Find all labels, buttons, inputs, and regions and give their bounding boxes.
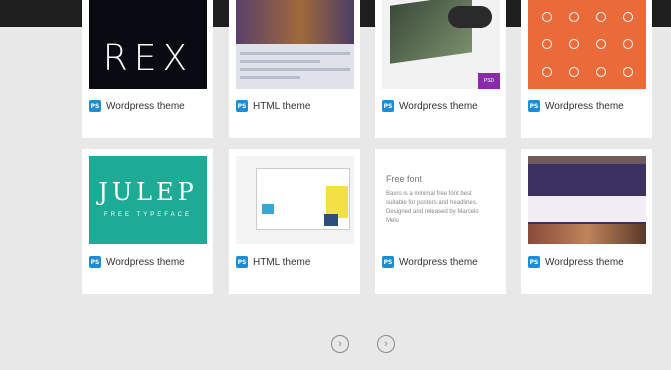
theme-card[interactable]: PSD PS Wordpress theme <box>375 0 506 138</box>
thumbnail-html-layout[interactable] <box>236 156 354 244</box>
card-label[interactable]: Wordpress theme <box>399 257 478 268</box>
thumbnail-free-font[interactable]: Free font Bavro is a minimal free font b… <box>382 156 500 244</box>
thumbnail-multipurpose[interactable] <box>528 156 646 244</box>
thumbnail-julep[interactable]: JULEP FREE TYPEFACE <box>89 156 207 244</box>
theme-card[interactable]: PS HTML theme <box>229 149 360 294</box>
photoshop-icon: PS <box>89 100 101 112</box>
thumbnail-html-site[interactable] <box>236 0 354 89</box>
card-label[interactable]: Wordpress theme <box>545 101 624 112</box>
thumbnail-title: REX <box>102 38 194 79</box>
theme-card[interactable]: Free font Bavro is a minimal free font b… <box>375 149 506 294</box>
chevron-right-icon: › <box>384 337 388 350</box>
photoshop-icon: PS <box>89 256 101 268</box>
prev-page-button[interactable]: › <box>331 335 349 353</box>
card-label[interactable]: HTML theme <box>253 257 310 268</box>
next-page-button[interactable]: › <box>377 335 395 353</box>
photoshop-icon: PS <box>382 256 394 268</box>
thumbnail-laptop[interactable]: PSD <box>382 0 500 89</box>
card-label[interactable]: Wordpress theme <box>545 257 624 268</box>
card-label[interactable]: Wordpress theme <box>106 101 185 112</box>
theme-card[interactable]: JULEP FREE TYPEFACE PS Wordpress theme <box>82 149 213 294</box>
theme-card[interactable]: PS Wordpress theme <box>521 0 652 138</box>
thumbnail-title: JULEP <box>98 178 198 206</box>
card-label[interactable]: HTML theme <box>253 101 310 112</box>
photoshop-icon: PS <box>528 100 540 112</box>
thumbnail-hand-icons[interactable] <box>528 0 646 89</box>
theme-card[interactable]: PS Wordpress theme <box>521 149 652 294</box>
theme-card[interactable]: PS HTML theme <box>229 0 360 138</box>
card-label[interactable]: Wordpress theme <box>106 257 185 268</box>
thumbnail-description: Bavro is a minimal free font best suitab… <box>386 191 479 224</box>
card-label[interactable]: Wordpress theme <box>399 101 478 112</box>
thumbnail-rex[interactable]: REX <box>89 0 207 89</box>
photoshop-icon: PS <box>236 100 248 112</box>
chevron-right-icon: › <box>338 337 342 350</box>
psd-badge: PSD <box>478 73 500 89</box>
theme-card[interactable]: REX PS Wordpress theme <box>82 0 213 138</box>
thumbnail-subtitle: FREE TYPEFACE <box>104 212 192 218</box>
thumbnail-title: Free font <box>386 174 423 184</box>
photoshop-icon: PS <box>382 100 394 112</box>
photoshop-icon: PS <box>236 256 248 268</box>
photoshop-icon: PS <box>528 256 540 268</box>
